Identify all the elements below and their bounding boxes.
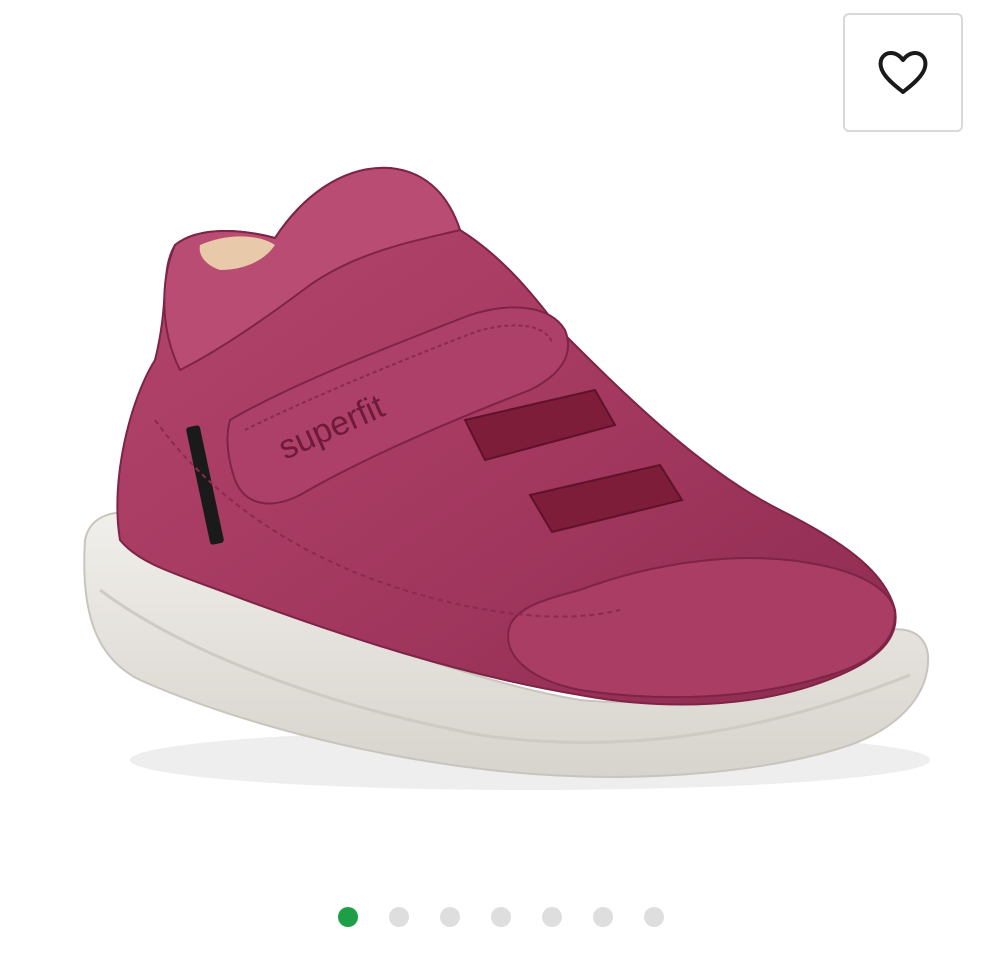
pagination-dot-4[interactable] xyxy=(491,907,511,927)
product-image[interactable]: superfit xyxy=(60,120,950,840)
pagination-dot-2[interactable] xyxy=(389,907,409,927)
pagination-dot-3[interactable] xyxy=(440,907,460,927)
wishlist-button[interactable] xyxy=(843,13,963,132)
heart-outline-icon xyxy=(878,50,928,94)
product-image-gallery[interactable]: superfit xyxy=(0,0,1000,959)
pagination-dot-6[interactable] xyxy=(593,907,613,927)
pagination-dot-1[interactable] xyxy=(338,907,358,927)
shoe-illustration: superfit xyxy=(83,166,930,790)
pagination-dot-7[interactable] xyxy=(644,907,664,927)
pagination-dot-5[interactable] xyxy=(542,907,562,927)
image-pagination xyxy=(0,905,1000,929)
